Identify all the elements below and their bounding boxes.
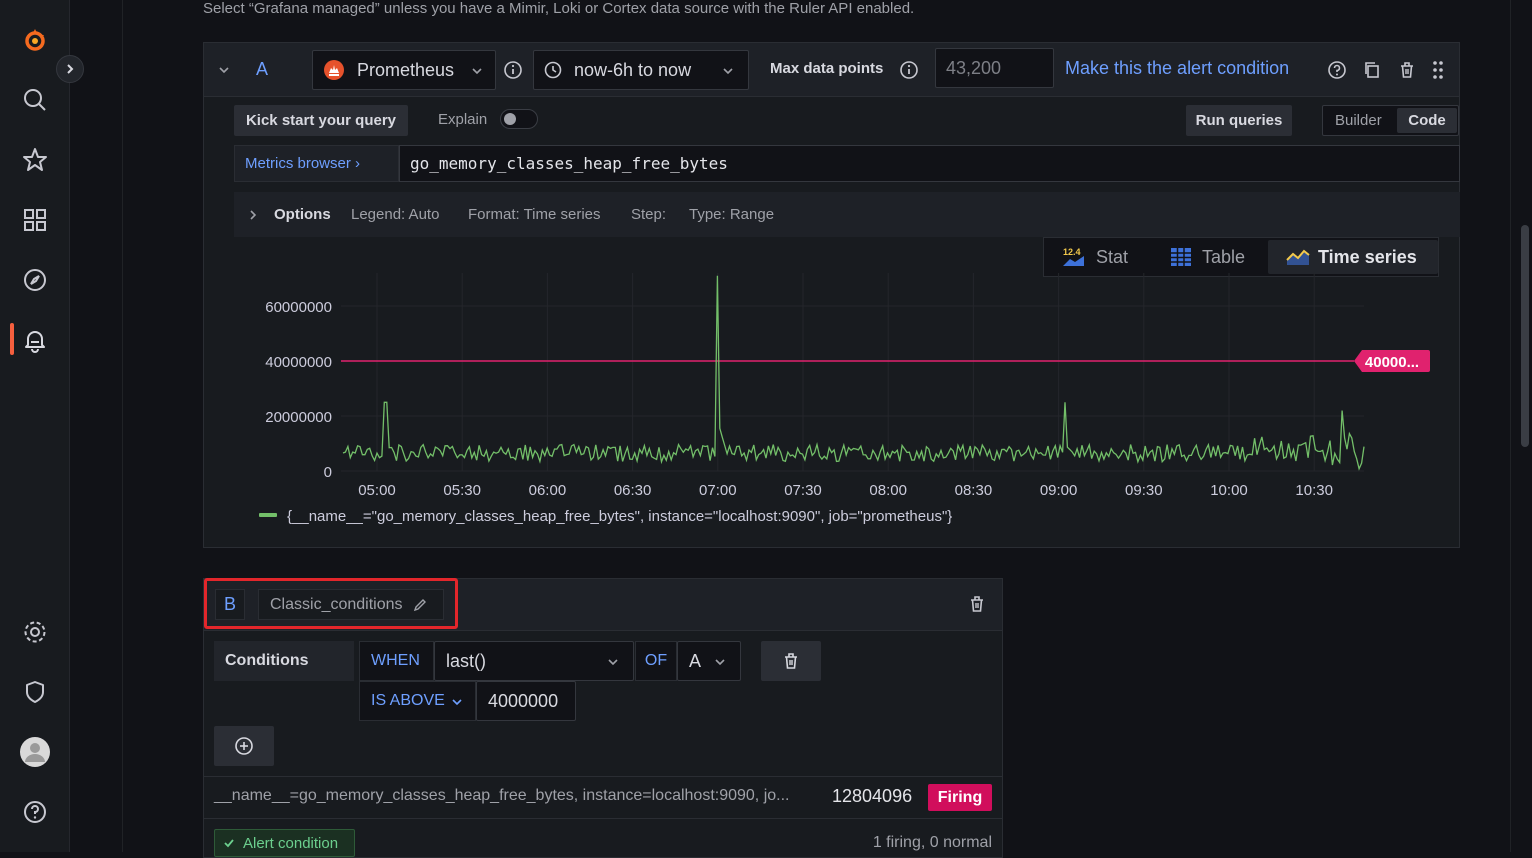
threshold-label: 40000... bbox=[1365, 354, 1419, 371]
query-ref-select[interactable]: A bbox=[677, 641, 741, 681]
chevron-down-icon bbox=[608, 659, 618, 666]
x-tick-label: 05:00 bbox=[358, 482, 396, 499]
legend-label: {__name__="go_memory_classes_heap_free_b… bbox=[287, 508, 952, 525]
series-line bbox=[342, 275, 1365, 471]
x-tick-label: 07:30 bbox=[784, 482, 822, 499]
content-gutter bbox=[70, 0, 123, 852]
x-tick-label: 09:00 bbox=[1040, 482, 1078, 499]
query-ref-value: A bbox=[689, 650, 702, 671]
evaluator-value: IS ABOVE bbox=[371, 692, 445, 709]
shield-icon[interactable] bbox=[17, 674, 53, 710]
dashboards-icon[interactable] bbox=[17, 202, 53, 238]
avatar[interactable] bbox=[17, 734, 53, 770]
x-tick-label: 09:30 bbox=[1125, 482, 1163, 499]
result-value: 12804096 bbox=[832, 786, 913, 806]
sidebar bbox=[0, 0, 70, 852]
active-indicator bbox=[10, 323, 14, 355]
chevron-down-icon bbox=[715, 659, 725, 666]
x-tick-label: 06:30 bbox=[614, 482, 652, 499]
star-icon[interactable] bbox=[17, 142, 53, 178]
x-tick-label: 07:00 bbox=[699, 482, 737, 499]
chevron-right-icon bbox=[67, 64, 74, 74]
result-series-label: __name__=go_memory_classes_heap_free_byt… bbox=[214, 787, 790, 804]
x-tick-label: 08:30 bbox=[955, 482, 993, 499]
alert-condition-badge: Alert condition bbox=[214, 829, 355, 857]
query-b-panel: B Classic_conditions Conditions WHEN las… bbox=[203, 578, 1003, 858]
when-keyword: WHEN bbox=[359, 641, 434, 681]
x-tick-label: 10:00 bbox=[1210, 482, 1248, 499]
scrollbar[interactable] bbox=[1521, 225, 1529, 447]
y-tick-label: 40000000 bbox=[265, 354, 332, 371]
add-condition-button[interactable] bbox=[214, 726, 274, 766]
reducer-value: last() bbox=[446, 650, 486, 671]
help-icon[interactable] bbox=[17, 794, 53, 830]
trash-icon[interactable] bbox=[967, 594, 987, 614]
status-badge: Firing bbox=[928, 784, 992, 811]
conditions-label: Conditions bbox=[214, 641, 354, 681]
evaluator-select[interactable]: IS ABOVE bbox=[359, 681, 476, 721]
trash-icon bbox=[785, 653, 797, 669]
y-tick-label: 60000000 bbox=[265, 299, 332, 316]
x-tick-label: 05:30 bbox=[443, 482, 481, 499]
x-tick-label: 06:00 bbox=[529, 482, 567, 499]
reducer-select[interactable]: last() bbox=[434, 641, 634, 681]
sidebar-expand-button[interactable] bbox=[56, 55, 84, 83]
chevron-down-icon bbox=[452, 699, 462, 706]
y-tick-label: 0 bbox=[324, 464, 332, 481]
plus-circle-icon bbox=[235, 737, 253, 755]
x-tick-label: 08:00 bbox=[869, 482, 907, 499]
y-tick-label: 20000000 bbox=[265, 409, 332, 426]
threshold-input[interactable]: 4000000 bbox=[476, 681, 576, 721]
search-icon[interactable] bbox=[17, 82, 53, 118]
of-keyword: OF bbox=[635, 641, 677, 681]
x-tick-label: 10:30 bbox=[1295, 482, 1333, 499]
query-a-panel: A Prometheus now-6h to now Max data poin… bbox=[203, 42, 1460, 548]
query-b-header: B Classic_conditions bbox=[204, 578, 1002, 631]
alerting-bell-icon[interactable] bbox=[17, 322, 53, 358]
legend-swatch bbox=[259, 513, 277, 517]
evaluation-summary: 1 firing, 0 normal bbox=[872, 834, 992, 851]
delete-condition-button[interactable] bbox=[761, 641, 821, 681]
check-icon bbox=[224, 839, 234, 848]
timeseries-chart: 05:00 05:30 06:00 06:30 07:00 07:30 08:00 08:30… bbox=[259, 273, 1430, 525]
gear-icon[interactable] bbox=[17, 614, 53, 650]
explore-compass-icon[interactable] bbox=[17, 262, 53, 298]
grafana-logo-icon[interactable] bbox=[17, 22, 53, 58]
datasource-hint: Select “Grafana managed” unless you have… bbox=[203, 0, 915, 17]
highlight-box bbox=[204, 578, 458, 629]
